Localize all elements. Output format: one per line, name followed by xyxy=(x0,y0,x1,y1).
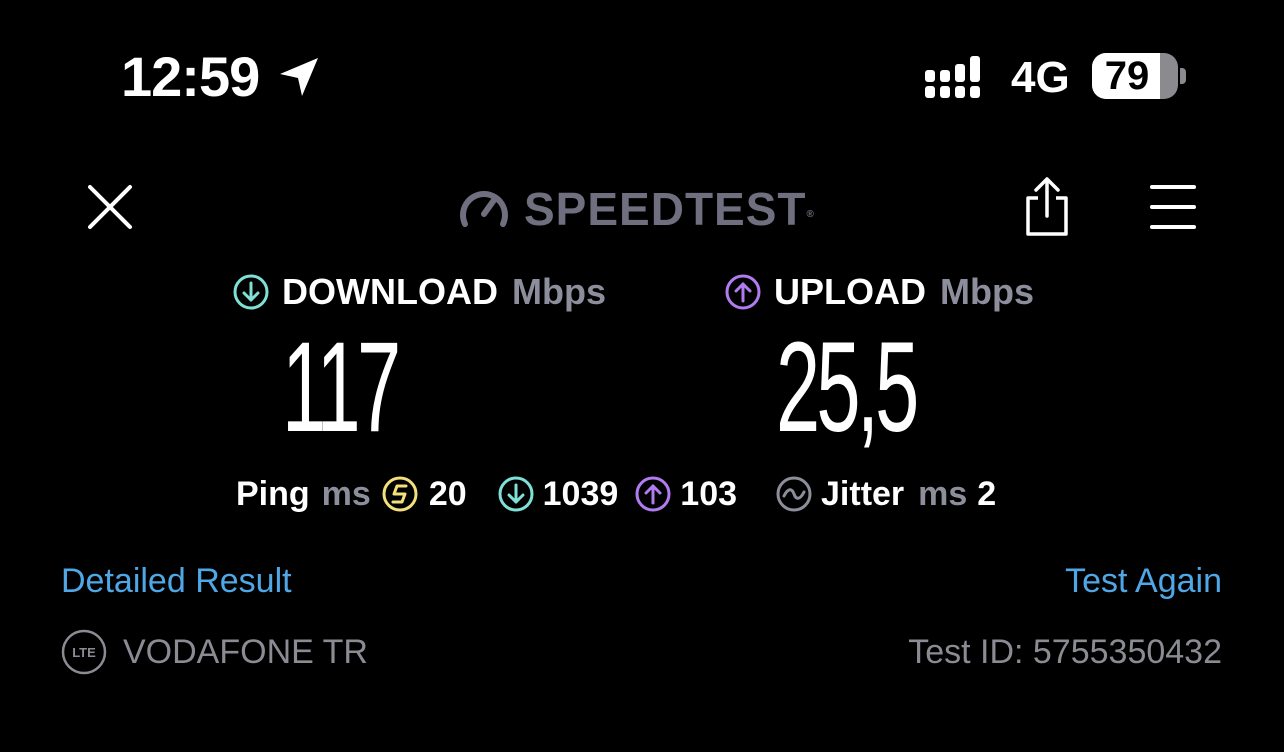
ping-unit: ms xyxy=(321,474,371,513)
upload-unit: Mbps xyxy=(940,271,1034,312)
network-type: 4G xyxy=(1011,53,1070,102)
upload-ping-icon xyxy=(635,476,671,512)
idle-ping-icon xyxy=(382,476,418,512)
logo-text: SPEEDTEST xyxy=(524,183,807,235)
close-button[interactable] xyxy=(84,181,136,233)
jitter-value: 2 xyxy=(977,474,997,513)
status-time: 12:59 xyxy=(121,45,260,108)
idle-ping-value: 20 xyxy=(428,474,467,513)
test-id: Test ID: 5755350432 xyxy=(908,633,1222,671)
share-button[interactable] xyxy=(1022,176,1072,238)
download-ping-icon xyxy=(498,476,534,512)
jitter-unit: ms xyxy=(918,474,968,513)
lte-icon-text: LTE xyxy=(72,645,96,660)
download-value: 117 xyxy=(282,316,401,459)
jitter-icon xyxy=(776,476,812,512)
signal-bars-icon xyxy=(925,56,980,98)
location-arrow-icon xyxy=(280,58,318,96)
upload-value: 25,5 xyxy=(776,316,919,459)
logo-trademark: ® xyxy=(806,209,815,220)
speedometer-icon xyxy=(460,191,508,227)
upload-label: UPLOAD xyxy=(774,271,926,312)
upload-ping-value: 103 xyxy=(680,474,738,513)
download-label: DOWNLOAD xyxy=(282,271,498,312)
speedtest-logo: SPEEDTEST® xyxy=(524,184,815,234)
lte-icon: LTE xyxy=(61,629,107,675)
ping-label: Ping xyxy=(236,474,310,513)
detailed-result-link[interactable]: Detailed Result xyxy=(61,560,292,602)
upload-header: UPLOAD Mbps xyxy=(724,270,1034,314)
ping-jitter-row: Ping ms 20 1039 103 Jitter ms 2 xyxy=(236,472,996,516)
provider-name: VODAFONE TR xyxy=(123,633,368,671)
test-again-link[interactable]: Test Again xyxy=(1065,560,1222,602)
upload-arrow-icon xyxy=(725,274,761,310)
download-header: DOWNLOAD Mbps xyxy=(232,270,606,314)
jitter-label: Jitter xyxy=(821,474,905,513)
download-ping-value: 1039 xyxy=(542,474,619,513)
download-unit: Mbps xyxy=(511,271,606,312)
menu-button[interactable] xyxy=(1148,182,1198,232)
battery-indicator: 79 xyxy=(1092,53,1186,99)
battery-percent: 79 xyxy=(1104,54,1150,98)
download-arrow-icon xyxy=(233,274,269,310)
battery-nub xyxy=(1180,68,1186,84)
